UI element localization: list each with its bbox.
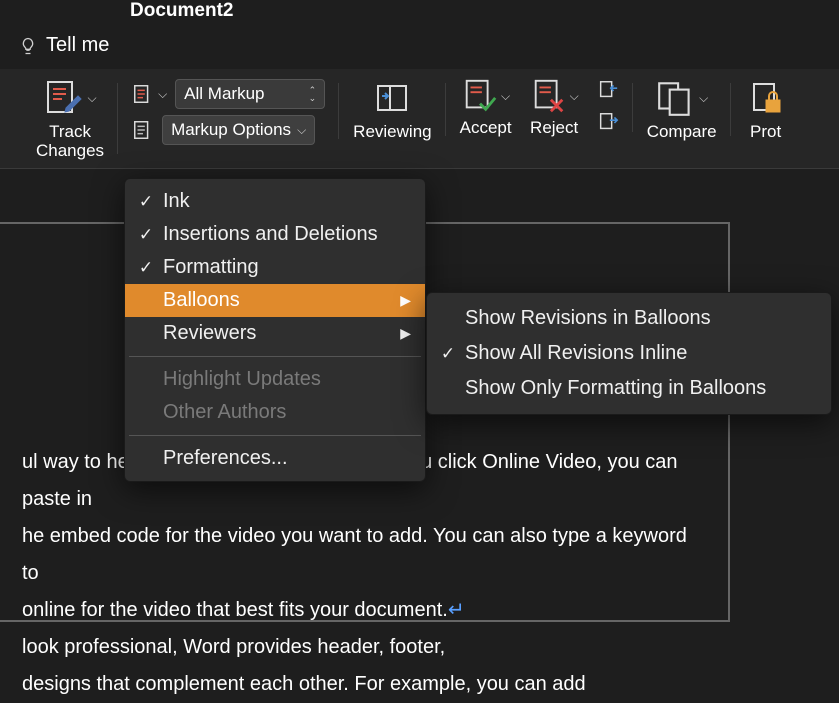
- reject-label: Reject: [530, 119, 578, 138]
- tell-me-label: Tell me: [46, 34, 109, 57]
- document-line: online for the video that best fits your…: [22, 592, 698, 629]
- menu-label: Balloons: [163, 289, 240, 312]
- submenu-item-show-revisions-balloons[interactable]: Show Revisions in Balloons: [427, 301, 831, 336]
- chevron-down-icon: ⌵: [158, 87, 167, 102]
- compare-icon: [655, 77, 697, 119]
- check-icon: ✓: [137, 225, 155, 245]
- reject-button[interactable]: ⌵ Reject: [530, 77, 579, 138]
- menu-label: Other Authors: [163, 401, 286, 424]
- group-changes: ⌵ Accept ⌵ Reject: [446, 77, 633, 138]
- menu-item-other-authors: Other Authors: [125, 396, 425, 429]
- show-markup-icon-button[interactable]: ⌵: [132, 83, 167, 105]
- previous-change-button[interactable]: [597, 79, 619, 101]
- track-changes-button[interactable]: ⌵ Track Changes: [36, 77, 104, 160]
- chevron-down-icon: ⌵: [297, 123, 306, 138]
- chevron-down-icon[interactable]: ⌵: [570, 89, 579, 104]
- reject-icon: [530, 77, 568, 115]
- document-lines-icon: [132, 83, 154, 105]
- track-changes-label: Track Changes: [36, 123, 104, 160]
- reviewing-pane-icon: [371, 77, 413, 119]
- menu-item-insertions-deletions[interactable]: ✓ Insertions and Deletions: [125, 218, 425, 251]
- menu-item-reviewers[interactable]: Reviewers ▶: [125, 317, 425, 350]
- document-line: designs that complement each other. For …: [22, 666, 698, 703]
- menu-item-highlight-updates: Highlight Updates: [125, 363, 425, 396]
- display-for-review-value: All Markup: [184, 84, 264, 104]
- menu-label: Reviewers: [163, 322, 256, 345]
- reviewing-pane-button[interactable]: Reviewing: [353, 77, 431, 142]
- reviewing-label: Reviewing: [353, 123, 431, 142]
- group-markup: ⌵ All Markup ⌃⌄ Markup Optio: [118, 77, 339, 145]
- menu-label: Show Only Formatting in Balloons: [465, 377, 766, 400]
- submenu-item-show-formatting-balloons[interactable]: Show Only Formatting in Balloons: [427, 371, 831, 406]
- menu-label: Show All Revisions Inline: [465, 342, 687, 365]
- check-icon: ✓: [137, 258, 155, 278]
- group-reviewing: Reviewing: [339, 77, 445, 142]
- next-icon: [597, 111, 619, 133]
- group-compare: ⌵ Compare: [633, 77, 731, 142]
- menu-separator: [129, 356, 421, 357]
- menu-item-balloons[interactable]: Balloons ▶: [125, 284, 425, 317]
- spinner-icon: ⌃⌄: [309, 86, 317, 102]
- menu-label: Preferences...: [163, 447, 288, 470]
- markup-options-combo[interactable]: Markup Options ⌵: [162, 115, 315, 145]
- chevron-down-icon[interactable]: ⌵: [87, 91, 96, 106]
- menu-label: Highlight Updates: [163, 368, 321, 391]
- previous-icon: [597, 79, 619, 101]
- menu-item-formatting[interactable]: ✓ Formatting: [125, 251, 425, 284]
- group-protect: Prot: [731, 77, 801, 142]
- tell-me-row[interactable]: Tell me: [0, 28, 839, 69]
- submenu-arrow-icon: ▶: [400, 292, 411, 309]
- group-track-changes: ⌵ Track Changes: [22, 77, 118, 160]
- protect-button[interactable]: Prot: [745, 77, 787, 142]
- chevron-down-icon[interactable]: ⌵: [501, 89, 510, 104]
- track-changes-icon: [43, 77, 85, 119]
- next-change-button[interactable]: [597, 111, 619, 133]
- accept-label: Accept: [460, 119, 512, 138]
- accept-button[interactable]: ⌵ Accept: [460, 77, 512, 138]
- menu-item-ink[interactable]: ✓ Ink: [125, 185, 425, 218]
- ribbon: ⌵ Track Changes ⌵ All Markup ⌃⌄: [0, 69, 839, 169]
- document-list-icon: [132, 119, 154, 141]
- document-line: he embed code for the video you want to …: [22, 518, 698, 592]
- check-icon: ✓: [137, 192, 155, 212]
- menu-label: Ink: [163, 190, 190, 213]
- menu-label: Formatting: [163, 256, 259, 279]
- markup-options-icon-button[interactable]: [132, 119, 154, 141]
- submenu-item-show-all-inline[interactable]: ✓ Show All Revisions Inline: [427, 336, 831, 371]
- markup-options-label: Markup Options: [171, 120, 291, 140]
- menu-label: Show Revisions in Balloons: [465, 307, 711, 330]
- menu-label: Insertions and Deletions: [163, 223, 378, 246]
- submenu-arrow-icon: ▶: [400, 325, 411, 342]
- check-icon: ✓: [439, 344, 457, 364]
- window-title: Document2: [0, 0, 839, 28]
- compare-button[interactable]: ⌵ Compare: [647, 77, 717, 142]
- compare-label: Compare: [647, 123, 717, 142]
- display-for-review-combo[interactable]: All Markup ⌃⌄: [175, 79, 325, 109]
- accept-icon: [461, 77, 499, 115]
- protect-label: Prot: [750, 123, 781, 142]
- lightbulb-icon: [18, 36, 38, 56]
- protect-icon: [745, 77, 787, 119]
- balloons-submenu: Show Revisions in Balloons ✓ Show All Re…: [426, 292, 832, 415]
- menu-separator: [129, 435, 421, 436]
- chevron-down-icon[interactable]: ⌵: [699, 91, 708, 106]
- menu-item-preferences[interactable]: Preferences...: [125, 442, 425, 475]
- document-line: look professional, Word provides header,…: [22, 629, 698, 666]
- markup-options-menu: ✓ Ink ✓ Insertions and Deletions ✓ Forma…: [124, 178, 426, 482]
